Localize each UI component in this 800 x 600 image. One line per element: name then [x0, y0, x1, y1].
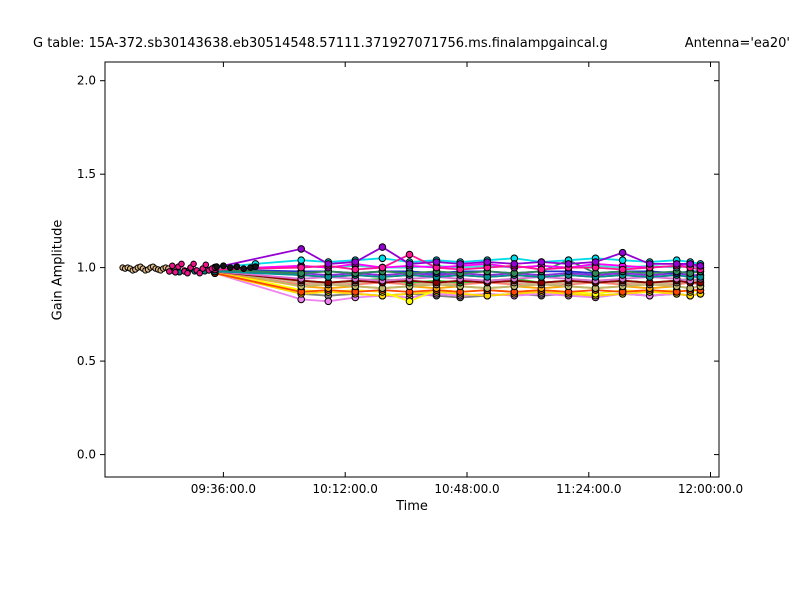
x-axis-label: Time	[396, 499, 428, 514]
series-cyan-marker	[297, 256, 306, 265]
series-deeppink-marker	[618, 265, 627, 274]
x-tick-label: 11:24:00.0	[556, 482, 621, 496]
y-tick-label: 2.0	[77, 74, 96, 88]
series-black-cal-marker	[226, 264, 234, 272]
series-purple-marker	[297, 245, 306, 253]
series-purple-marker	[645, 260, 654, 268]
series-purple-marker	[618, 248, 627, 257]
series-deeppink-marker	[405, 250, 414, 259]
series-purple-marker	[351, 258, 360, 266]
y-tick-label: 1.0	[77, 261, 96, 275]
series-purple-marker	[432, 258, 441, 266]
series-purple-marker	[537, 258, 546, 266]
series-purple-marker	[483, 258, 492, 266]
series-black-cal-marker	[240, 265, 248, 273]
series-magenta-cal-marker	[184, 269, 191, 277]
x-tick-label: 10:48:00.0	[434, 482, 499, 496]
series-deeppink-marker	[537, 265, 546, 274]
series-black-cal-marker	[220, 262, 227, 270]
series-purple-marker	[696, 262, 705, 270]
series-deeppink-marker	[378, 263, 387, 272]
x-tick-label: 09:36:00.0	[191, 482, 256, 496]
series-purple-marker	[686, 260, 695, 268]
series-violet-marker	[324, 297, 333, 306]
series-purple-marker	[378, 243, 387, 251]
x-tick-label: 10:12:00.0	[313, 482, 378, 496]
series-purple-marker	[324, 260, 333, 268]
series-magenta-cal-marker	[202, 261, 210, 269]
series-purple-marker	[510, 260, 519, 268]
x-tick-label: 12:00:00.0	[678, 482, 743, 496]
y-tick-label: 0.5	[77, 354, 96, 368]
series-deeppink-marker	[297, 263, 306, 272]
y-tick-label: 1.5	[77, 167, 96, 181]
series-black-cal-marker	[213, 263, 221, 271]
series-magenta-cal-marker	[172, 269, 179, 276]
series-deeppink-marker	[351, 265, 360, 274]
y-tick-label: 0.0	[77, 448, 96, 462]
series-purple-marker	[591, 258, 600, 266]
series-yellow-marker	[405, 297, 414, 306]
series-magenta-cal-marker	[166, 268, 173, 275]
series-magenta-cal-marker	[169, 262, 176, 270]
series-purple-marker	[564, 260, 573, 268]
series-purple-marker	[672, 260, 681, 268]
series-purple-marker	[456, 260, 465, 268]
series-black-cal-marker	[233, 263, 241, 271]
series-cyan-marker	[618, 256, 627, 265]
series-magenta-cal-marker	[190, 260, 197, 268]
series-magenta-cal-marker	[178, 260, 185, 268]
series-cyan-marker	[378, 254, 387, 263]
series-purple-marker	[405, 260, 414, 268]
series-black-cal-marker	[252, 263, 259, 271]
gain-calibration-figure: G table: 15A-372.sb30143638.eb30514548.5…	[0, 0, 800, 600]
